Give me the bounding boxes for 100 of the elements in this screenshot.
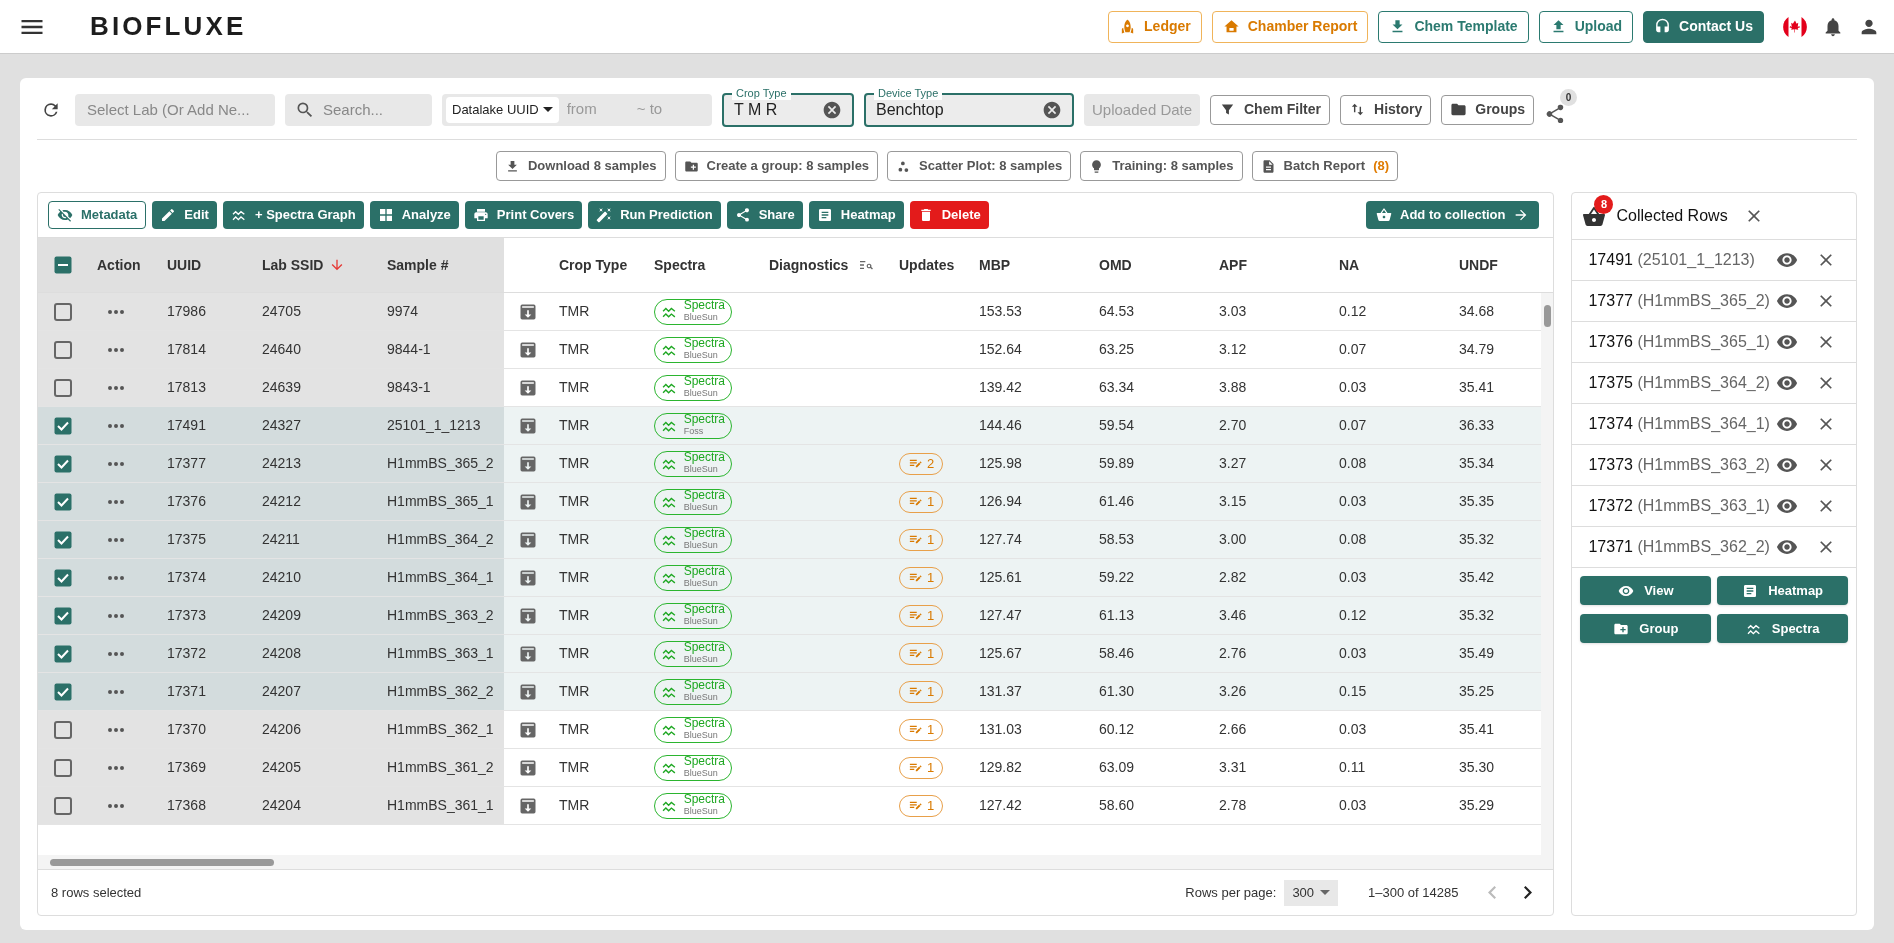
id-type-select[interactable]: Datalake UUID <box>446 96 559 123</box>
collected-row[interactable]: 17374 (H1mmBS_364_1) <box>1572 404 1856 445</box>
row-checkbox[interactable] <box>54 720 72 739</box>
table-cell-text: 17371 <box>167 682 206 701</box>
row-checkbox[interactable] <box>54 340 72 359</box>
collected-action-button[interactable]: Group <box>1580 614 1712 643</box>
bulk-action-button[interactable]: Scatter Plot: 8 samples <box>887 151 1072 181</box>
toolbar-button[interactable]: Analyze <box>369 201 459 229</box>
add-to-collection-button[interactable]: Add to collection <box>1366 201 1540 229</box>
collected-action-button[interactable]: View <box>1580 576 1712 605</box>
table-cell-text: 0.08 <box>1339 530 1367 549</box>
collected-row[interactable]: 17373 (H1mmBS_363_2) <box>1572 445 1856 486</box>
header-button[interactable]: Contact Us <box>1643 10 1764 43</box>
folder-icon <box>1450 101 1468 118</box>
table-cell-text: 34.79 <box>1459 340 1495 359</box>
pencil-icon <box>160 207 177 223</box>
table-cell-text: 24208 <box>262 644 301 663</box>
column-header[interactable]: APF <box>1211 238 1331 292</box>
collected-action-button[interactable]: Heatmap <box>1717 576 1848 605</box>
column-header[interactable]: Diagnostics <box>761 238 891 292</box>
eye-off-icon <box>57 207 73 223</box>
toolbar-button[interactable]: Metadata <box>48 201 147 229</box>
table-cell-text: 17375 <box>167 530 206 549</box>
collected-row[interactable]: 17372 (H1mmBS_363_1) <box>1572 486 1856 527</box>
table-cell-text: 61.46 <box>1099 492 1135 511</box>
filter-bar-button[interactable]: History <box>1340 94 1432 125</box>
rows-per-page-select[interactable]: 300 <box>1284 879 1339 906</box>
table-cell-text: 3.46 <box>1219 606 1247 625</box>
column-header[interactable]: OMD <box>1091 238 1211 292</box>
table-cell-text: 131.37 <box>979 682 1022 701</box>
table-cell-text: 2.70 <box>1219 416 1247 435</box>
collected-row[interactable]: 17371 (H1mmBS_362_2) <box>1572 527 1856 568</box>
bulk-action-button[interactable]: Training: 8 samples <box>1080 151 1243 181</box>
bulk-action-button[interactable]: Batch Report (8) <box>1251 151 1399 181</box>
table-cell-text: 17368 <box>167 796 206 815</box>
select-all-checkbox[interactable] <box>54 256 72 274</box>
collected-row[interactable]: 17376 (H1mmBS_365_1) <box>1572 322 1856 363</box>
table-cell-text: H1mmBS_365_2 <box>387 454 494 473</box>
filter-bar-button[interactable]: Groups <box>1441 94 1535 125</box>
row-checkbox[interactable] <box>54 606 72 625</box>
column-header[interactable]: Updates <box>891 238 971 292</box>
column-header[interactable]: MBP <box>971 238 1091 292</box>
row-checkbox[interactable] <box>54 416 72 435</box>
table-cell-text: TMR <box>559 530 590 549</box>
vertical-scrollbar[interactable] <box>1541 293 1554 855</box>
header-button[interactable]: Chem Template <box>1378 10 1529 43</box>
row-checkbox[interactable] <box>54 530 72 549</box>
table-cell-text: 0.07 <box>1339 416 1367 435</box>
row-checkbox[interactable] <box>54 682 72 701</box>
toolbar-button[interactable]: Delete <box>909 201 989 229</box>
more-icon <box>108 423 124 428</box>
header-button[interactable]: Upload <box>1538 10 1634 43</box>
bulk-action-button[interactable]: Download 8 samples <box>495 151 666 181</box>
row-checkbox[interactable] <box>54 378 72 397</box>
column-header[interactable]: UUID <box>159 238 254 292</box>
uploaded-date-field[interactable]: Uploaded Date <box>1084 93 1200 126</box>
logo[interactable]: BIOFLUXE <box>90 7 247 46</box>
toolbar-button[interactable]: Print Covers <box>464 201 583 229</box>
lab-select-field[interactable]: Select Lab (Or Add Ne... <box>75 93 275 126</box>
bulk-action-button[interactable]: Create a group: 8 samples <box>674 151 879 181</box>
collected-row[interactable]: 17377 (H1mmBS_365_2) <box>1572 281 1856 322</box>
column-header[interactable]: NA <box>1331 238 1451 292</box>
column-header[interactable]: Action <box>89 238 159 292</box>
table-cell-text: 24211 <box>262 530 300 549</box>
column-header[interactable]: UNDF <box>1451 238 1541 292</box>
table-cell-text: 17376 <box>167 492 206 511</box>
collected-action-button[interactable]: Spectra <box>1717 614 1848 643</box>
column-header[interactable]: Sample # <box>379 238 504 292</box>
to-field[interactable]: ~ to <box>636 98 697 121</box>
toolbar-button[interactable]: Heatmap <box>808 201 904 229</box>
row-checkbox[interactable] <box>54 454 72 473</box>
more-icon <box>108 309 124 314</box>
magic-wand-icon <box>596 207 613 223</box>
grid-icon <box>377 207 394 223</box>
collected-row[interactable]: 17375 (H1mmBS_364_2) <box>1572 363 1856 404</box>
table-cell-text: 144.46 <box>979 416 1022 435</box>
table-cell-text: 24705 <box>262 302 301 321</box>
horizontal-scrollbar[interactable] <box>38 855 1554 869</box>
table-cell-text: 35.25 <box>1459 682 1495 701</box>
search-field[interactable]: Search... <box>285 93 432 126</box>
collected-row[interactable]: 17491 (25101_1_1213) <box>1572 240 1856 281</box>
more-icon <box>108 461 124 466</box>
column-header[interactable]: Spectra <box>646 238 761 292</box>
row-checkbox[interactable] <box>54 796 72 815</box>
from-field[interactable]: from <box>566 98 629 121</box>
table-cell-text: 3.31 <box>1219 758 1247 777</box>
row-checkbox[interactable] <box>54 492 72 511</box>
toolbar-button[interactable]: Edit <box>152 201 217 229</box>
table-cell-text: 17374 <box>167 568 206 587</box>
row-checkbox[interactable] <box>54 568 72 587</box>
row-checkbox[interactable] <box>54 758 72 777</box>
row-checkbox[interactable] <box>54 302 72 321</box>
row-checkbox[interactable] <box>54 644 72 663</box>
table-cell-text: 17372 <box>167 644 206 663</box>
filter-bar-button[interactable]: Chem Filter <box>1210 94 1330 125</box>
column-header[interactable]: Crop Type <box>551 238 646 292</box>
toolbar-button[interactable]: Run Prediction <box>588 201 721 229</box>
toolbar-button[interactable]: Share <box>726 201 803 229</box>
toolbar-button[interactable]: + Spectra Graph <box>222 201 364 229</box>
column-header[interactable]: Lab SSID <box>254 238 379 292</box>
